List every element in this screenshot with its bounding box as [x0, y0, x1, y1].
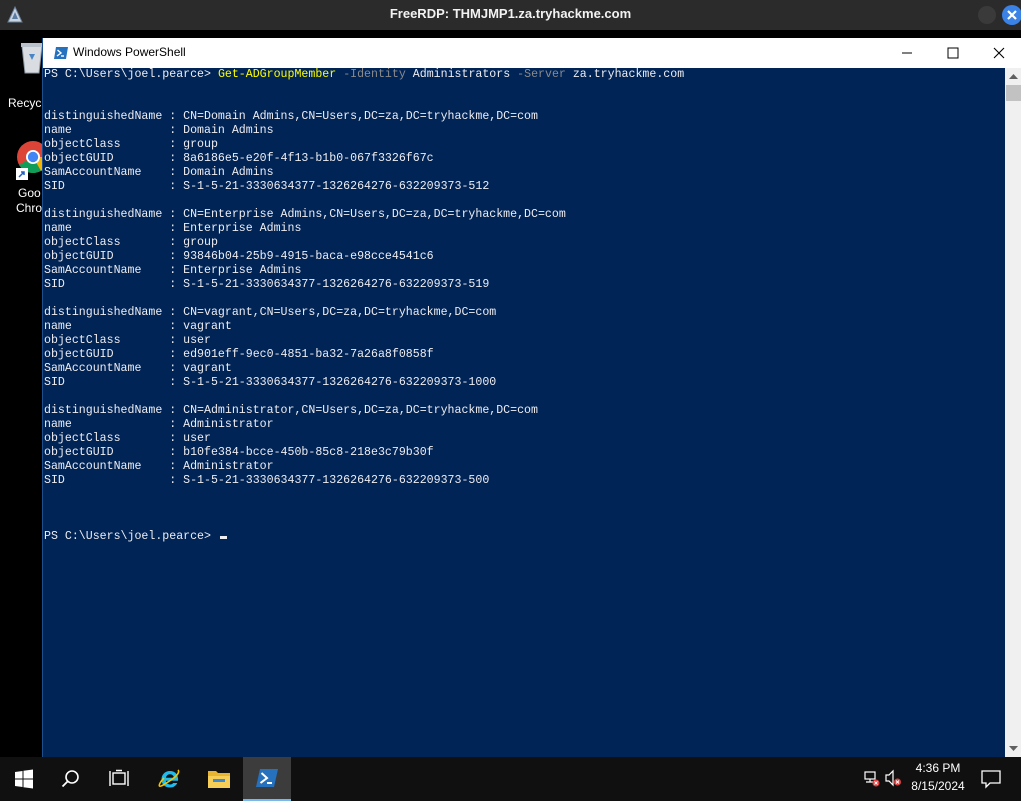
argument-identity: Administrators — [412, 68, 511, 81]
taskbar: 4:36 PM 8/15/2024 — [0, 757, 1021, 801]
close-button[interactable] — [976, 38, 1021, 68]
chrome-label-line-2: Chro — [16, 201, 43, 215]
output-line: objectGUID : b10fe384-bcce-450b-85c8-218… — [44, 446, 434, 459]
output-line: objectGUID : 93846b04-25b9-4915-baca-e98… — [44, 250, 434, 263]
argument-server: za.tryhackme.com — [572, 68, 685, 81]
output-line: SamAccountName : vagrant — [44, 362, 232, 375]
output-line: objectClass : user — [44, 432, 211, 445]
minimize-icon — [902, 52, 912, 54]
task-view-icon — [109, 769, 129, 786]
powershell-taskbar-button[interactable] — [243, 757, 291, 801]
folder-icon — [208, 771, 230, 788]
rdp-minimize-button[interactable] — [978, 6, 996, 24]
output-line: SID : S-1-5-21-3330634377-1326264276-632… — [44, 278, 490, 291]
powershell-icon — [54, 47, 68, 59]
output-line: distinguishedName : CN=Domain Admins,CN=… — [44, 110, 538, 123]
output-line: objectClass : user — [44, 334, 211, 347]
scroll-up-arrow-icon[interactable] — [1009, 73, 1018, 79]
output-line: SamAccountName : Domain Admins — [44, 166, 274, 179]
scrollbar-thumb[interactable] — [1006, 85, 1021, 101]
internet-explorer-button[interactable] — [146, 757, 194, 801]
task-view-button[interactable] — [95, 757, 143, 801]
output-line: SID : S-1-5-21-3330634377-1326264276-632… — [44, 474, 490, 487]
close-icon — [1007, 10, 1017, 20]
output-line: SamAccountName : Administrator — [44, 460, 274, 473]
window-title: Windows PowerShell — [73, 45, 186, 59]
parameter-server: -Server — [517, 68, 566, 81]
powershell-title-bar[interactable]: Windows PowerShell — [43, 38, 1021, 68]
rdp-window-title: FreeRDP: THMJMP1.za.tryhackme.com — [389, 6, 632, 21]
output-line: objectClass : group — [44, 236, 218, 249]
output-line: name : Enterprise Admins — [44, 222, 302, 235]
output-line: SID : S-1-5-21-3330634377-1326264276-632… — [44, 376, 497, 389]
cmdlet: Get-ADGroupMember — [217, 68, 337, 81]
powershell-icon — [256, 769, 278, 787]
text-cursor — [219, 536, 227, 539]
start-button[interactable] — [0, 757, 48, 801]
rdp-title-bar: FreeRDP: THMJMP1.za.tryhackme.com — [0, 0, 1021, 30]
final-prompt: PS C:\Users\joel.pearce> — [44, 530, 218, 543]
output-line: objectClass : group — [44, 138, 218, 151]
prompt: PS C:\Users\joel.pearce> — [44, 68, 218, 81]
chrome-label-line-1: Goo — [18, 186, 41, 200]
output-line: distinguishedName : CN=Enterprise Admins… — [44, 208, 566, 221]
recycle-bin-label: Recycl — [8, 96, 45, 110]
search-icon — [61, 770, 79, 788]
vertical-scrollbar[interactable] — [1005, 68, 1021, 757]
network-icon[interactable] — [862, 769, 880, 787]
output-line: SID : S-1-5-21-3330634377-1326264276-632… — [44, 180, 490, 193]
output-line: objectGUID : 8a6186e5-e20f-4f13-b1b0-067… — [44, 152, 434, 165]
search-button[interactable] — [47, 757, 95, 801]
shortcut-arrow-icon — [16, 168, 28, 180]
rdp-close-button[interactable] — [1002, 5, 1021, 25]
command-line: PS C:\Users\joel.pearce> Get-ADGroupMemb… — [44, 68, 684, 82]
output-line: SamAccountName : Enterprise Admins — [44, 264, 302, 277]
close-icon — [993, 47, 1005, 59]
volume-muted-icon[interactable] — [884, 769, 902, 787]
output-line: name : Domain Admins — [44, 124, 274, 137]
console-output[interactable]: PS C:\Users\joel.pearce> Get-ADGroupMemb… — [43, 68, 1005, 757]
maximize-button[interactable] — [930, 38, 976, 68]
internet-explorer-icon — [158, 769, 180, 788]
file-explorer-button[interactable] — [195, 757, 243, 801]
output-line: name : vagrant — [44, 320, 232, 333]
minimize-button[interactable] — [884, 38, 930, 68]
windows-logo-icon — [15, 769, 33, 789]
clock-time[interactable]: 4:36 PM — [905, 761, 971, 775]
clock-date[interactable]: 8/15/2024 — [905, 779, 971, 793]
powershell-window: Windows PowerShell PS C:\Users\joel.pear… — [42, 38, 1021, 757]
output-line: objectGUID : ed901eff-9ec0-4851-ba32-7a2… — [44, 348, 434, 361]
prompt-line[interactable]: PS C:\Users\joel.pearce> — [44, 530, 227, 544]
output-line: distinguishedName : CN=Administrator,CN=… — [44, 404, 538, 417]
maximize-icon — [947, 47, 959, 59]
output-line: name : Administrator — [44, 418, 274, 431]
parameter-identity: -Identity — [343, 68, 406, 81]
scroll-down-arrow-icon[interactable] — [1009, 746, 1018, 752]
output-line: distinguishedName : CN=vagrant,CN=Users,… — [44, 306, 497, 319]
action-center-icon[interactable] — [980, 768, 1002, 790]
